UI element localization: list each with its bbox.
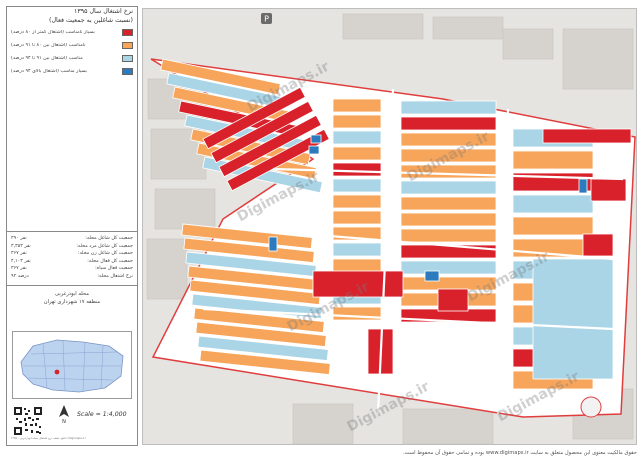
stat-label: جمعیت کل فعال محله: [87, 258, 133, 264]
scale-label: Scale = 1:4,000 [77, 411, 127, 418]
stat-row: ۳۶۷ نفر جمعیت فعال سیاه: [11, 266, 133, 274]
block-parcel [512, 150, 594, 170]
map-title: نرخ اشتغال سال ۱۳۹۵ [73, 8, 133, 15]
map-footer-block: N Scale = 1:4,000 دانلود نقشه نرخ اشتغال… [11, 403, 133, 443]
parking-icon-glyph: P [264, 15, 269, 24]
stat-label: جمعیت کل شاغل زن محله: [77, 251, 133, 256]
block-parcel [312, 270, 404, 298]
block-parcel [532, 258, 614, 380]
stat-label: جمعیت فعال سیاه: [95, 266, 133, 271]
block-parcel [578, 178, 588, 194]
locator-map-graphic [13, 332, 131, 398]
legend: بسیار نامناسب (اشتغال کمتر از ۸۰ درصد) ن… [7, 27, 137, 76]
district-name: منطقه ۱۷ شهرداری تهران [43, 299, 101, 305]
block-parcel [332, 130, 382, 145]
map-subtitle: (نسبت شاغلین به جمعیت فعال) [49, 17, 133, 24]
block-parcel [424, 270, 440, 282]
block-parcel [400, 244, 497, 259]
legend-label: بسیار مناسب (اشتغال بالای ۹۴ درصد) [11, 68, 87, 74]
block-parcel [332, 178, 382, 193]
block-parcel [332, 162, 382, 177]
stats-table: ۳۹۰ نفر جمعیت کل شاغل محله: ۳,۳۵۳ نفر جم… [7, 236, 137, 281]
stat-value: ۳۶۷ نفر [11, 266, 27, 271]
legend-label: مناسب (اشتغال بین ۹۱ تا ۹۴ درصد) [11, 55, 83, 61]
locator-inset-map [12, 331, 132, 399]
stat-row: ۳,۳۵۳ نفر جمعیت کل شاغل مرد محله: [11, 244, 133, 252]
block-parcel [332, 210, 382, 225]
legend-swatch-red [122, 28, 133, 36]
block-parcel [400, 132, 497, 147]
svg-text:N: N [62, 419, 66, 423]
divider [7, 231, 137, 232]
panel-spacer [7, 79, 137, 227]
block-parcel [582, 233, 614, 257]
stat-row: ۳۶۷ نفر جمعیت کل شاغل زن محله: [11, 251, 133, 259]
legend-panel: نرخ اشتغال سال ۱۳۹۵ (نسبت شاغلین به جمعی… [6, 6, 138, 446]
stat-label: نرخ اشتغال محله: [97, 273, 133, 279]
divider [7, 285, 137, 286]
block-parcel [542, 128, 632, 144]
fine-print: دانلود نقشه نرخ اشتغال محله ابوذرغربی - … [11, 436, 86, 440]
block-parcel [310, 134, 322, 144]
block-parcel [308, 145, 320, 155]
roundabout [580, 396, 602, 418]
block-parcel [400, 228, 497, 243]
legend-swatch-lightblue [122, 54, 133, 62]
stat-row: ۳۹۰ نفر جمعیت کل شاغل محله: [11, 236, 133, 244]
block-parcel [400, 180, 497, 195]
block-parcel [400, 100, 497, 115]
block-parcel [332, 194, 382, 209]
legend-item-very-good: بسیار مناسب (اشتغال بالای ۹۴ درصد) [11, 66, 133, 76]
stat-row: ۴,۱۰۳ نفر جمعیت کل فعال محله: [11, 259, 133, 267]
legend-label: بسیار نامناسب (اشتغال کمتر از ۸۰ درصد) [11, 29, 95, 35]
block-parcel [437, 288, 469, 312]
legend-item-bad: نامناسب (اشتغال بین ۸۰ تا ۹۱ درصد) [11, 40, 133, 50]
block-parcel [400, 260, 497, 275]
stat-label: جمعیت کل شاغل مرد محله: [76, 243, 133, 249]
north-arrow-icon: N [59, 405, 69, 423]
block-parcel [332, 114, 382, 129]
block-parcel [400, 148, 497, 163]
stat-value: ۳۹۰ نفر [11, 236, 27, 241]
block-parcel [590, 178, 627, 202]
copyright-footer: حقوق مالکیت معنوی این محصول متعلق به سای… [403, 450, 637, 456]
legend-item-good: مناسب (اشتغال بین ۹۱ تا ۹۴ درصد) [11, 53, 133, 63]
stat-label: جمعیت کل شاغل محله: [85, 236, 133, 241]
location-marker [54, 369, 60, 375]
block-parcel [332, 146, 382, 161]
neighborhood-name: محله ابوذرغربی [55, 291, 89, 297]
map-canvas[interactable]: P Digimaps.ir Digimaps.ir Digimaps.ir Di… [142, 8, 637, 445]
block-parcel [512, 194, 594, 214]
stat-value: ۳۶۷ نفر [11, 251, 27, 256]
block-parcel [332, 242, 382, 257]
block-parcel [332, 258, 382, 273]
block-parcel [400, 196, 497, 211]
block-parcel [512, 216, 594, 236]
block-parcel [400, 212, 497, 227]
neighborhood-map: P [143, 9, 636, 444]
block-parcel [268, 236, 278, 252]
stat-row: ۹۲ درصد نرخ اشتغال محله: [11, 274, 133, 282]
stat-value: ۴,۱۰۳ نفر [11, 258, 31, 264]
legend-item-very-bad: بسیار نامناسب (اشتغال کمتر از ۸۰ درصد) [11, 27, 133, 37]
page-frame: P Digimaps.ir Digimaps.ir Digimaps.ir Di… [0, 0, 643, 461]
stat-value: ۹۲ درصد [11, 273, 29, 279]
legend-swatch-blue [122, 67, 133, 75]
block-parcel [400, 116, 497, 131]
block-parcel [332, 98, 382, 113]
legend-label: نامناسب (اشتغال بین ۸۰ تا ۹۱ درصد) [11, 42, 86, 48]
stat-value: ۳,۳۵۳ نفر [11, 243, 31, 249]
block-parcel [400, 276, 497, 291]
legend-swatch-orange [122, 41, 133, 49]
qr-code-icon [13, 406, 43, 436]
